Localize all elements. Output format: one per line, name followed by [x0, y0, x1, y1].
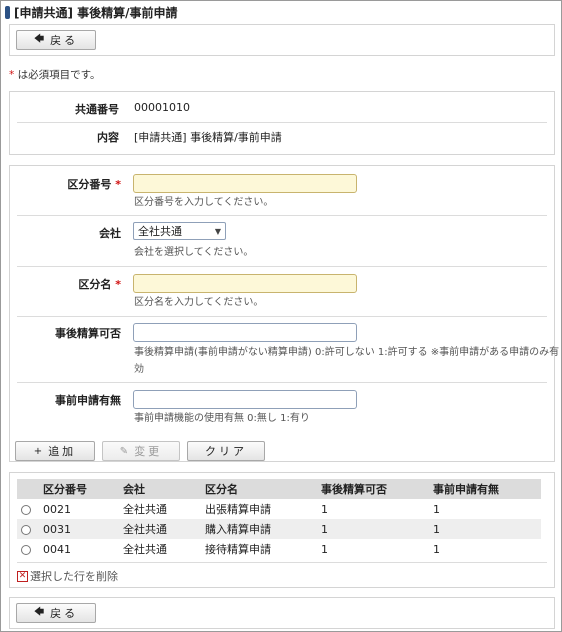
table-cell: 1 — [433, 542, 440, 556]
pre-application-hint: 事前申請機能の使用有無 0:無し 1:有り — [134, 413, 310, 424]
delete-icon: ✕ — [17, 570, 28, 582]
table-cell: 1 — [433, 502, 440, 516]
arrow-left-icon: 🡄 — [33, 606, 45, 618]
top-toolbar: 🡄 戻る — [9, 24, 555, 56]
back-button-label: 戻る — [50, 607, 79, 620]
code-value: 00001010 — [134, 101, 190, 114]
code-label: 共通番号 — [75, 103, 119, 116]
back-button-top[interactable]: 🡄 戻る — [16, 30, 96, 50]
column-header: 区分番号 — [39, 479, 119, 499]
page-title-text: [申請共通] 事後精算/事前申請 — [14, 5, 178, 20]
row-radio[interactable] — [21, 524, 31, 535]
divider — [17, 316, 547, 317]
table-cell: 1 — [321, 542, 328, 556]
table-cell: 1 — [321, 502, 328, 516]
chevron-down-icon: ▼ — [214, 226, 221, 236]
table-cell: 全社共通 — [123, 503, 167, 516]
table-row[interactable]: 0021 全社共通 出張精算申請 1 1 — [17, 499, 541, 519]
table-row[interactable]: 0031 全社共通 購入精算申請 1 1 — [17, 519, 541, 539]
category-name-hint: 区分名を入力してください。 — [134, 297, 264, 308]
bottom-toolbar: 🡄 戻る — [9, 597, 555, 629]
required-star: * — [9, 69, 15, 81]
table-cell: 全社共通 — [119, 519, 201, 539]
company-hint: 会社を選択してください。 — [134, 247, 254, 258]
category-no-label-text: 区分番号 — [67, 178, 112, 191]
table-cell: 0031 — [39, 519, 119, 539]
back-button-bottom[interactable]: 🡄 戻る — [16, 603, 96, 623]
divider — [17, 215, 547, 216]
category-table: 区分番号 会社 区分名 事後精算可否 事前申請有無 0021 全社共通 出張精算… — [17, 479, 541, 559]
company-select[interactable]: 全社共通 ▼ — [133, 222, 226, 240]
edit-button[interactable]: ✎ 変更 — [102, 441, 180, 461]
column-header: 事前申請有無 — [429, 479, 541, 499]
category-no-label: 区分番号 * — [11, 176, 121, 192]
divider — [17, 122, 547, 123]
clear-button[interactable]: クリア — [187, 441, 265, 461]
window: [申請共通] 事後精算/事前申請 🡄 戻る * は必須項目です。 共通番号 00… — [0, 0, 562, 632]
pencil-icon: ✎ — [119, 445, 129, 457]
table-cell: 1 — [429, 519, 541, 539]
required-star: * — [115, 178, 121, 191]
table-cell: 購入精算申請 — [201, 519, 317, 539]
add-button[interactable]: + 追加 — [15, 441, 95, 461]
add-button-label: 追加 — [48, 445, 77, 458]
clear-button-label: クリア — [205, 445, 247, 458]
company-label: 会社 — [99, 227, 121, 240]
delete-selected-label: 選択した行を削除 — [30, 570, 118, 583]
plus-icon: + — [33, 445, 43, 457]
table-cell: 1 — [317, 519, 429, 539]
table-cell: 0021 — [43, 502, 71, 516]
row-radio[interactable] — [21, 544, 31, 555]
pre-application-label: 事前申請有無 — [55, 394, 121, 407]
title-bar-icon — [5, 5, 10, 19]
delete-selected-link[interactable]: ✕ 選択した行を削除 — [17, 568, 118, 584]
post-settlement-hint-cont: 効 — [134, 364, 144, 375]
back-button-label: 戻る — [50, 34, 79, 47]
select-column-header — [17, 479, 39, 499]
post-settlement-input[interactable] — [133, 323, 357, 342]
required-note: * は必須項目です。 — [9, 67, 101, 82]
divider — [17, 266, 547, 267]
pre-application-input[interactable] — [133, 390, 357, 409]
category-name-label: 区分名 * — [11, 276, 121, 292]
content-label: 内容 — [97, 131, 119, 144]
table-cell: 0041 — [43, 542, 71, 556]
row-radio[interactable] — [21, 504, 31, 515]
category-no-hint: 区分番号を入力してください。 — [134, 197, 274, 208]
category-no-input[interactable] — [133, 174, 357, 193]
post-settlement-hint: 事後精算申請(事前申請がない精算申請) 0:許可しない 1:許可する ※事前申請… — [134, 347, 560, 358]
column-header: 会社 — [119, 479, 201, 499]
table-row[interactable]: 0041 全社共通 接待精算申請 1 1 — [17, 539, 541, 559]
company-select-value: 全社共通 — [138, 225, 182, 238]
table-cell: 全社共通 — [123, 543, 167, 556]
page-title: [申請共通] 事後精算/事前申請 — [5, 3, 178, 21]
table-cell: 接待精算申請 — [205, 543, 271, 556]
required-star: * — [115, 278, 121, 291]
category-name-label-text: 区分名 — [78, 278, 112, 291]
table-header-row: 区分番号 会社 区分名 事後精算可否 事前申請有無 — [17, 479, 541, 499]
arrow-left-icon: 🡄 — [33, 33, 45, 45]
column-header: 区分名 — [201, 479, 317, 499]
edit-button-label: 変更 — [134, 445, 163, 458]
column-header: 事後精算可否 — [317, 479, 429, 499]
divider — [17, 562, 547, 563]
table-cell: 出張精算申請 — [205, 503, 271, 516]
category-name-input[interactable] — [133, 274, 357, 293]
divider — [17, 382, 547, 383]
required-note-text: は必須項目です。 — [17, 69, 101, 81]
content-value: [申請共通] 事後精算/事前申請 — [134, 131, 282, 144]
post-settlement-label: 事後精算可否 — [55, 327, 121, 340]
